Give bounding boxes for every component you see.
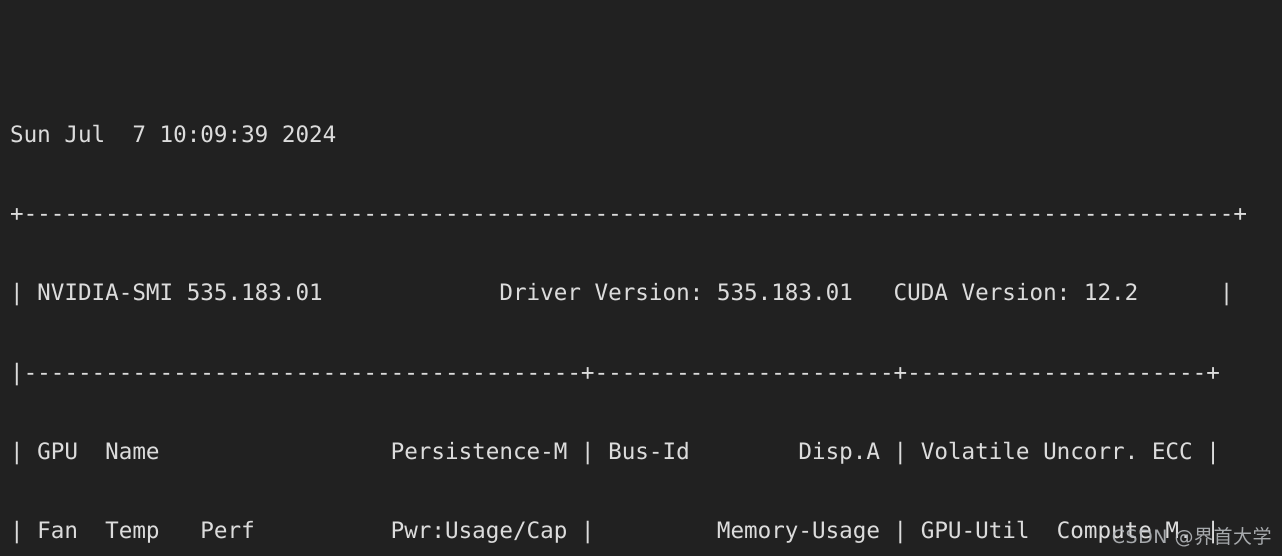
terminal-line-0: +---------------------------------------… <box>10 201 1247 228</box>
terminal-line-timestamp: Sun Jul 7 10:09:39 2024 <box>10 122 337 149</box>
terminal-line-clipped <box>10 43 1247 69</box>
terminal-line-4: | Fan Temp Perf Pwr:Usage/Cap | Memory-U… <box>10 518 1220 545</box>
terminal-line-1: | NVIDIA-SMI 535.183.01 Driver Version: … <box>10 280 1234 307</box>
terminal-line-2: |---------------------------------------… <box>10 359 1220 386</box>
terminal-line-3: | GPU Name Persistence-M | Bus-Id Disp.A… <box>10 438 1220 465</box>
terminal-window[interactable]: Sun Jul 7 10:09:39 2024 +---------------… <box>0 0 1282 556</box>
terminal-output: Sun Jul 7 10:09:39 2024 +---------------… <box>10 0 1247 556</box>
